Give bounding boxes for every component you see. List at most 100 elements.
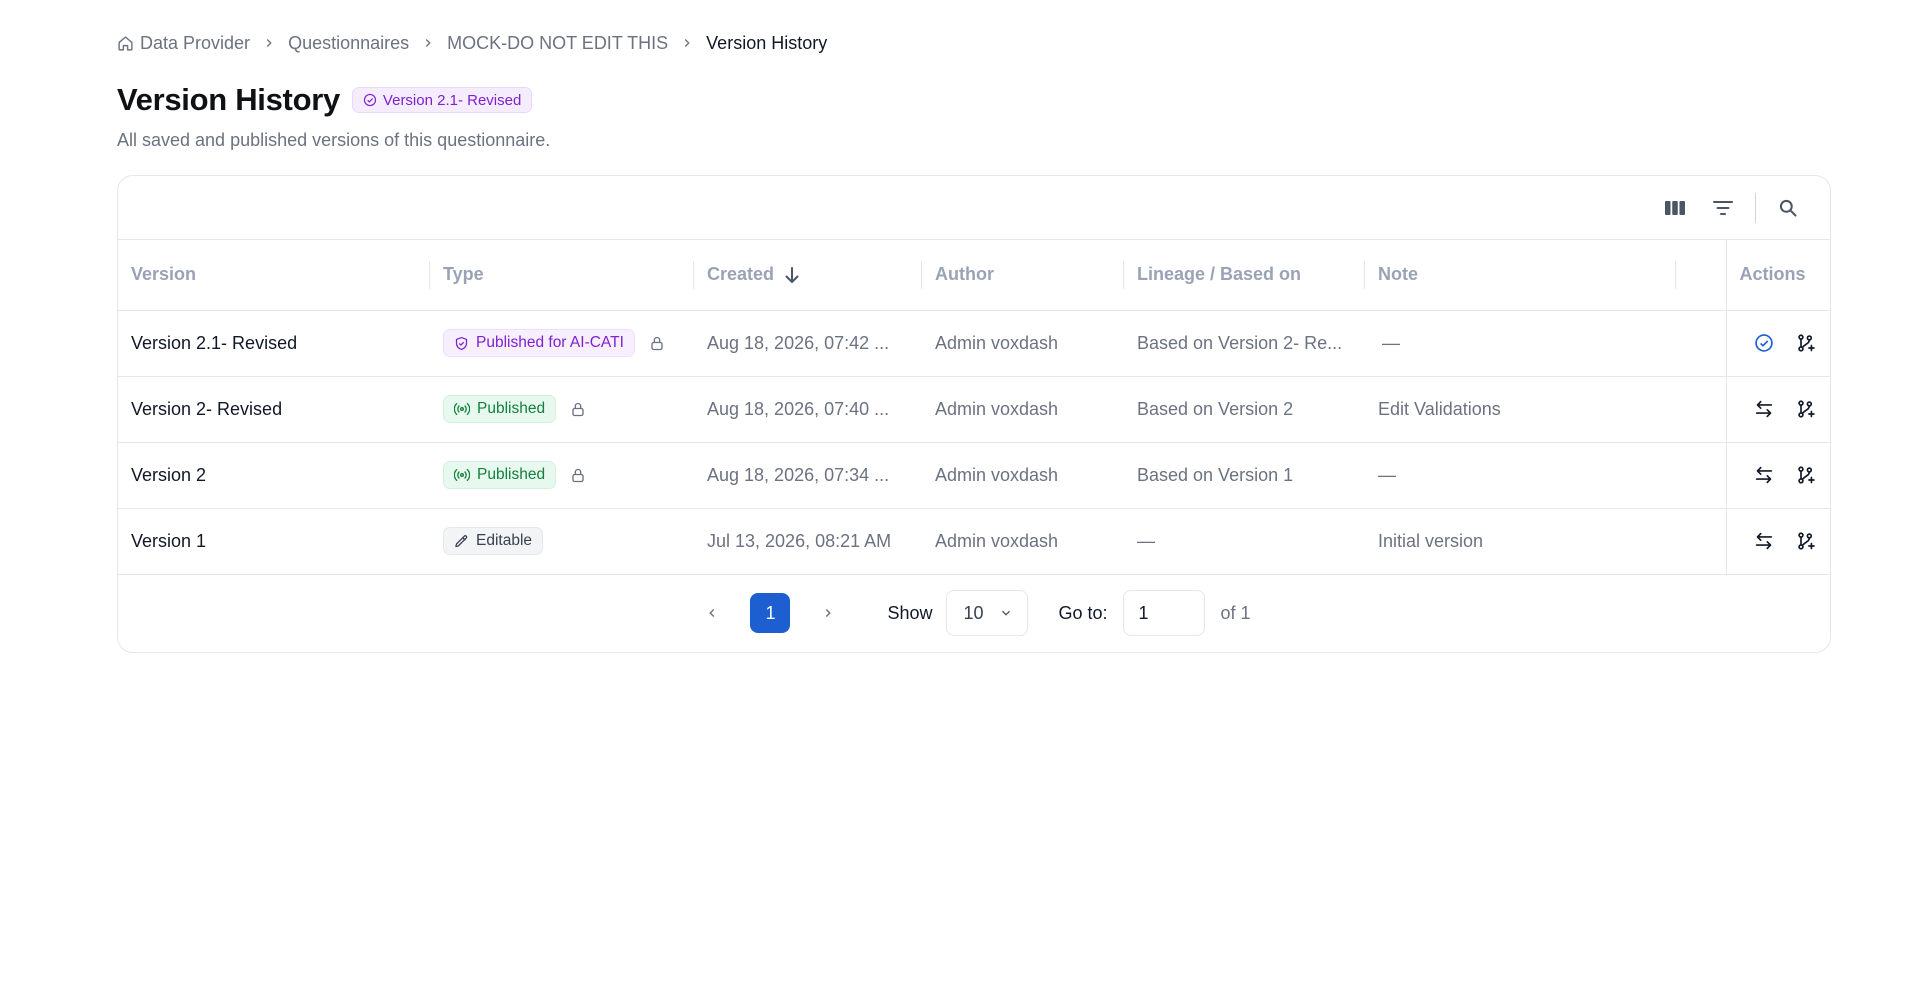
compare-button[interactable] — [1751, 462, 1777, 488]
arrow-down-icon — [784, 266, 800, 284]
cell-actions — [1725, 310, 1830, 377]
type-badge-published: Published — [443, 395, 557, 423]
cell-author: Admin voxdash — [922, 442, 1124, 509]
cell-spacer — [1676, 442, 1726, 509]
column-header-actions: Actions — [1725, 240, 1830, 311]
shield-check-icon — [454, 336, 469, 351]
column-header-author[interactable]: Author — [922, 240, 1124, 311]
breadcrumb-label: Data Provider — [140, 32, 251, 53]
column-header-type[interactable]: Type — [430, 240, 694, 311]
home-icon — [117, 35, 134, 52]
breadcrumb-item-data-provider[interactable]: Data Provider — [117, 33, 250, 54]
chevron-right-icon — [421, 36, 435, 50]
cell-version: Version 2.1- Revised — [118, 310, 430, 377]
compare-icon — [1754, 400, 1774, 418]
lock-icon — [570, 467, 586, 484]
compare-button[interactable] — [1751, 528, 1777, 554]
current-version-button[interactable] — [1751, 330, 1777, 356]
prev-page-button[interactable] — [697, 598, 727, 628]
next-page-button[interactable] — [813, 598, 843, 628]
breadcrumb-item-questionnaire[interactable]: MOCK-DO NOT EDIT THIS — [447, 33, 668, 54]
cell-note: Initial version — [1365, 508, 1676, 575]
show-label: Show — [887, 602, 933, 623]
table-row[interactable]: Version 2- Revised Published Aug 18, 202… — [118, 376, 1830, 443]
check-circle-icon — [363, 93, 377, 107]
filter-button[interactable] — [1699, 188, 1747, 228]
version-table: Version Type Created Author Lineage / Ba… — [118, 240, 1830, 575]
cell-created: Aug 18, 2026, 07:40 ... — [694, 376, 922, 443]
columns-button[interactable] — [1651, 188, 1699, 228]
branch-new-version-button[interactable] — [1793, 396, 1819, 422]
badge-label: Version 2.1- Revised — [382, 91, 522, 109]
page-number-button[interactable]: 1 — [750, 593, 791, 633]
lock-icon — [570, 401, 586, 418]
goto-page-input[interactable] — [1122, 590, 1205, 636]
broadcast-icon — [454, 468, 470, 482]
pencil-icon — [454, 534, 469, 549]
lock-icon — [649, 335, 665, 352]
chevron-right-icon — [262, 36, 276, 50]
column-header-spacer — [1676, 240, 1726, 311]
branch-add-icon — [1796, 399, 1816, 419]
branch-add-icon — [1796, 465, 1816, 485]
branch-add-icon — [1796, 531, 1816, 551]
title-row: Version History Version 2.1- Revised — [117, 80, 1831, 120]
cell-note: — — [1365, 442, 1676, 509]
cell-spacer — [1676, 376, 1726, 443]
compare-button[interactable] — [1751, 396, 1777, 422]
cell-actions — [1725, 376, 1830, 443]
chevron-right-icon — [680, 36, 694, 50]
filter-icon — [1713, 200, 1733, 216]
compare-icon — [1754, 466, 1774, 484]
page-size-value: 10 — [963, 602, 984, 623]
compare-icon — [1754, 532, 1774, 550]
chevron-down-icon — [999, 606, 1013, 620]
cell-note: — — [1365, 310, 1676, 377]
table-row[interactable]: Version 2.1- Revised Published for AI-CA… — [118, 310, 1830, 377]
branch-new-version-button[interactable] — [1793, 528, 1819, 554]
version-table-card: Version Type Created Author Lineage / Ba… — [117, 175, 1831, 653]
breadcrumb: Data Provider Questionnaires MOCK-DO NOT… — [117, 30, 1831, 56]
branch-new-version-button[interactable] — [1793, 330, 1819, 356]
current-version-badge: Version 2.1- Revised — [351, 87, 533, 113]
breadcrumb-item-questionnaires[interactable]: Questionnaires — [288, 33, 409, 54]
page-size-select[interactable]: 10 — [946, 590, 1029, 636]
table-row[interactable]: Version 1 Editable Jul 13, 2026, 08:21 A… — [118, 508, 1830, 575]
cell-type: Published — [430, 442, 694, 509]
column-header-lineage[interactable]: Lineage / Based on — [1124, 240, 1365, 311]
page-subtitle: All saved and published versions of this… — [117, 130, 551, 150]
cell-lineage: Based on Version 2- Re... — [1124, 310, 1365, 377]
cell-spacer — [1676, 310, 1726, 377]
cell-spacer — [1676, 508, 1726, 575]
cell-type: Published for AI-CATI — [430, 310, 694, 377]
total-pages-label: of 1 — [1220, 602, 1251, 623]
current-version-icon — [1754, 333, 1774, 353]
cell-lineage: Based on Version 2 — [1124, 376, 1365, 443]
columns-icon — [1665, 200, 1685, 216]
cell-created: Aug 18, 2026, 07:42 ... — [694, 310, 922, 377]
cell-lineage: — — [1124, 508, 1365, 575]
column-header-created[interactable]: Created — [694, 240, 922, 311]
page: Data Provider Questionnaires MOCK-DO NOT… — [117, 30, 1831, 653]
table-row[interactable]: Version 2 Published Aug 18, 2026, 07:34 … — [118, 442, 1830, 509]
search-button[interactable] — [1764, 188, 1812, 228]
cell-created: Aug 18, 2026, 07:34 ... — [694, 442, 922, 509]
goto-label: Go to: — [1058, 602, 1108, 623]
chevron-right-icon — [821, 605, 835, 621]
cell-created: Jul 13, 2026, 08:21 AM — [694, 508, 922, 575]
cell-version: Version 2- Revised — [118, 376, 430, 443]
search-icon — [1778, 198, 1798, 218]
cell-lineage: Based on Version 1 — [1124, 442, 1365, 509]
broadcast-icon — [454, 402, 470, 416]
cell-version: Version 2 — [118, 442, 430, 509]
column-header-version[interactable]: Version — [118, 240, 430, 311]
cell-type: Editable — [430, 508, 694, 575]
branch-new-version-button[interactable] — [1793, 462, 1819, 488]
pagination: 1 Show 10 Go to: of 1 — [118, 575, 1830, 652]
cell-type: Published — [430, 376, 694, 443]
branch-add-icon — [1796, 333, 1816, 353]
cell-actions — [1725, 508, 1830, 575]
cell-author: Admin voxdash — [922, 310, 1124, 377]
cell-actions — [1725, 442, 1830, 509]
column-header-note[interactable]: Note — [1365, 240, 1676, 311]
